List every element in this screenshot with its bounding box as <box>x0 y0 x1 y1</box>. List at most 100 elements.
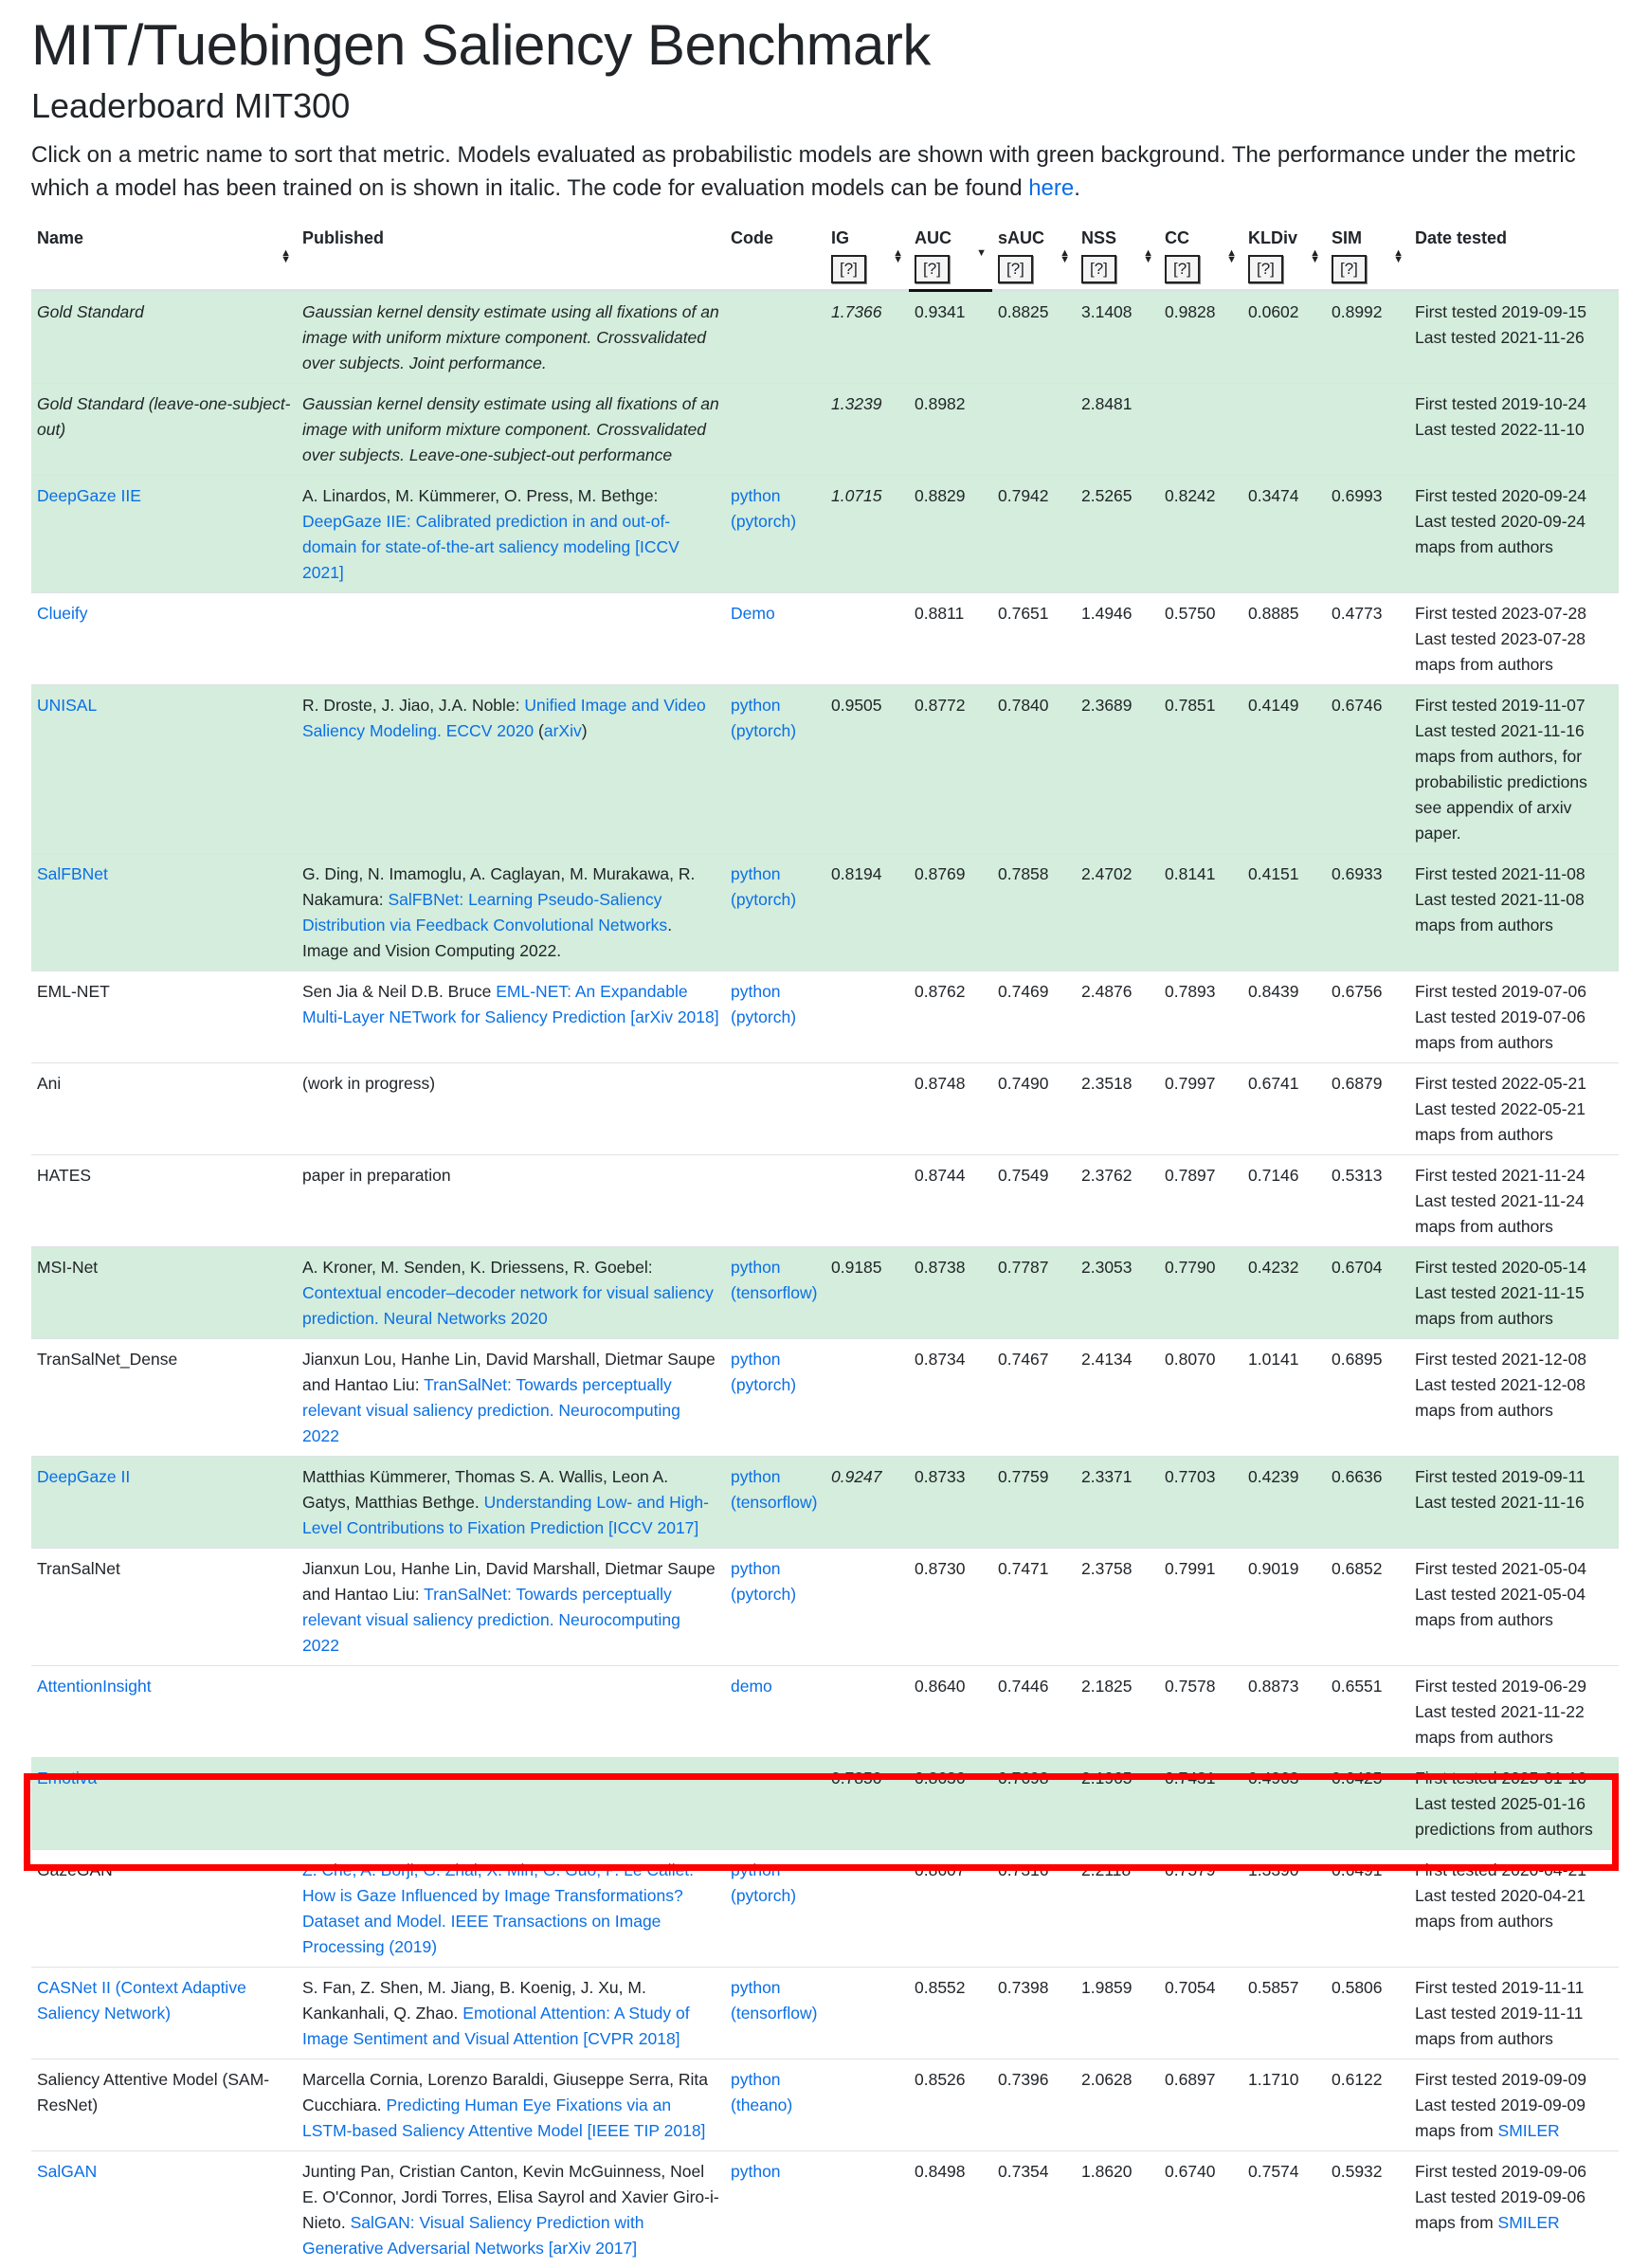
column-header-sauc[interactable]: sAUC[?]▲▼ <box>992 218 1076 291</box>
publication-link-secondary[interactable]: arXiv <box>544 721 582 740</box>
cell-date: First tested 2021-12-08Last tested 2021-… <box>1409 1339 1619 1457</box>
model-name-link[interactable]: Clueify <box>37 604 88 623</box>
code-link[interactable]: Demo <box>731 604 775 623</box>
publication-link[interactable]: DeepGaze IIE: Calibrated prediction in a… <box>302 512 680 582</box>
code-link[interactable]: (pytorch) <box>731 890 796 909</box>
intro-here-link[interactable]: here <box>1028 175 1074 201</box>
help-button[interactable]: [?] <box>1081 255 1116 283</box>
code-link[interactable]: python <box>731 982 781 1001</box>
column-header-code[interactable]: Code <box>725 218 825 291</box>
date-line: maps from authors <box>1415 1030 1613 1056</box>
code-link[interactable]: (pytorch) <box>731 1375 796 1394</box>
metric-value-ig: 0.7850 <box>831 1769 882 1787</box>
code-link[interactable]: python <box>731 486 781 505</box>
sort-icon[interactable]: ▲▼ <box>281 250 291 263</box>
cell-date: First tested 2021-05-04Last tested 2021-… <box>1409 1549 1619 1666</box>
model-name-link[interactable]: SalFBNet <box>37 864 108 883</box>
code-link[interactable]: (pytorch) <box>731 1585 796 1604</box>
code-link[interactable]: python <box>731 2162 781 2181</box>
model-name-link[interactable]: CASNet II (Context Adaptive Saliency Net… <box>37 1978 246 2023</box>
help-button[interactable]: [?] <box>1165 255 1200 283</box>
table-row: Gold StandardGaussian kernel density est… <box>31 291 1619 384</box>
date-line: Last tested 2021-11-24 <box>1415 1188 1613 1214</box>
code-link[interactable]: (pytorch) <box>731 1007 796 1026</box>
metric-value-sim: 0.6636 <box>1332 1467 1383 1486</box>
model-name-link[interactable]: DeepGaze IIE <box>37 486 141 505</box>
maps-source-link[interactable]: SMILER <box>1498 2213 1560 2232</box>
help-button[interactable]: [?] <box>915 255 950 283</box>
column-header-nss[interactable]: NSS[?]▲▼ <box>1076 218 1159 291</box>
date-text: First tested 2019-07-06 <box>1415 982 1586 1001</box>
code-link[interactable]: python <box>731 1860 781 1879</box>
code-link[interactable]: python <box>731 864 781 883</box>
column-header-ig[interactable]: IG[?]▲▼ <box>825 218 909 291</box>
model-name-link[interactable]: DeepGaze II <box>37 1467 130 1486</box>
column-header-sim[interactable]: SIM[?]▲▼ <box>1326 218 1409 291</box>
code-link[interactable]: (theano) <box>731 2096 792 2114</box>
code-link[interactable]: demo <box>731 1677 772 1696</box>
publication-link[interactable]: SalGAN: Visual Saliency Prediction with … <box>302 2213 644 2258</box>
cell-auc: 0.8734 <box>909 1339 992 1457</box>
maps-source-link[interactable]: SMILER <box>1498 2121 1560 2140</box>
sort-icon[interactable]: ▲▼ <box>1393 250 1404 263</box>
code-link[interactable]: python <box>731 1258 781 1277</box>
date-text: Last tested 2020-09-24 <box>1415 512 1586 531</box>
cell-nss: 1.4946 <box>1076 593 1159 685</box>
help-button[interactable]: [?] <box>998 255 1033 283</box>
sort-desc-icon[interactable]: ▼ <box>976 250 987 257</box>
sort-icon[interactable]: ▲▼ <box>1060 250 1070 263</box>
metric-value-auc: 0.8607 <box>915 1860 966 1879</box>
cell-name: SalFBNet <box>31 854 297 971</box>
code-link[interactable]: (pytorch) <box>731 512 796 531</box>
help-button[interactable]: [?] <box>1248 255 1283 283</box>
metric-value-kldiv: 1.3390 <box>1248 1860 1299 1879</box>
code-link[interactable]: python <box>731 1467 781 1486</box>
code-link[interactable]: (tensorflow) <box>731 2004 817 2023</box>
code-link[interactable]: python <box>731 696 781 715</box>
publication-link[interactable]: Z. Che, A. Borji, G. Zhai, X. Min, G. Gu… <box>302 1860 694 1956</box>
publication-link[interactable]: Contextual encoder–decoder network for v… <box>302 1283 714 1328</box>
code-link[interactable]: (pytorch) <box>731 721 796 740</box>
cell-cc: 0.6897 <box>1159 2059 1242 2151</box>
metric-value-sauc: 0.7490 <box>998 1074 1049 1093</box>
column-header-name[interactable]: Name▲▼ <box>31 218 297 291</box>
code-link[interactable]: (pytorch) <box>731 1886 796 1905</box>
metric-value-cc: 0.9828 <box>1165 302 1216 321</box>
cell-auc: 0.8498 <box>909 2151 992 2268</box>
cell-code <box>725 291 825 384</box>
cell-published <box>297 1758 725 1850</box>
code-link[interactable]: python <box>731 1559 781 1578</box>
column-header-kldiv[interactable]: KLDiv[?]▲▼ <box>1242 218 1326 291</box>
model-name-link[interactable]: SalGAN <box>37 2162 97 2181</box>
column-header-auc[interactable]: AUC[?]▼ <box>909 218 992 291</box>
code-link[interactable]: (tensorflow) <box>731 1493 817 1512</box>
model-name-link[interactable]: AttentionInsight <box>37 1677 152 1696</box>
metric-value-nss: 2.4876 <box>1081 982 1133 1001</box>
metric-value-nss: 2.3371 <box>1081 1467 1133 1486</box>
code-link[interactable]: python <box>731 1978 781 1997</box>
code-link[interactable]: (tensorflow) <box>731 1283 817 1302</box>
date-line: maps from authors <box>1415 2026 1613 2052</box>
cell-nss: 2.3762 <box>1076 1155 1159 1247</box>
metric-value-kldiv: 0.7146 <box>1248 1166 1299 1185</box>
column-header-published[interactable]: Published <box>297 218 725 291</box>
date-text: maps from <box>1415 2213 1498 2232</box>
model-name-link[interactable]: UNISAL <box>37 696 97 715</box>
sort-icon[interactable]: ▲▼ <box>893 250 903 263</box>
cell-published: G. Ding, N. Imamoglu, A. Caglayan, M. Mu… <box>297 854 725 971</box>
sort-icon[interactable]: ▲▼ <box>1310 250 1320 263</box>
date-line: First tested 2023-07-28 <box>1415 601 1613 626</box>
cell-cc: 0.6740 <box>1159 2151 1242 2268</box>
help-button[interactable]: [?] <box>831 255 866 283</box>
sort-icon[interactable]: ▲▼ <box>1143 250 1153 263</box>
code-link[interactable]: python <box>731 2070 781 2089</box>
column-header-date[interactable]: Date tested <box>1409 218 1619 291</box>
help-button[interactable]: [?] <box>1332 255 1367 283</box>
metric-value-ig: 0.9185 <box>831 1258 882 1277</box>
code-link[interactable]: python <box>731 1350 781 1369</box>
column-header-cc[interactable]: CC[?]▲▼ <box>1159 218 1242 291</box>
page-container: MIT/Tuebingen Saliency Benchmark Leaderb… <box>31 0 1609 2268</box>
date-line: First tested 2021-11-24 <box>1415 1163 1613 1188</box>
sort-icon[interactable]: ▲▼ <box>1226 250 1237 263</box>
model-name-link[interactable]: Emotiva <box>37 1769 97 1787</box>
